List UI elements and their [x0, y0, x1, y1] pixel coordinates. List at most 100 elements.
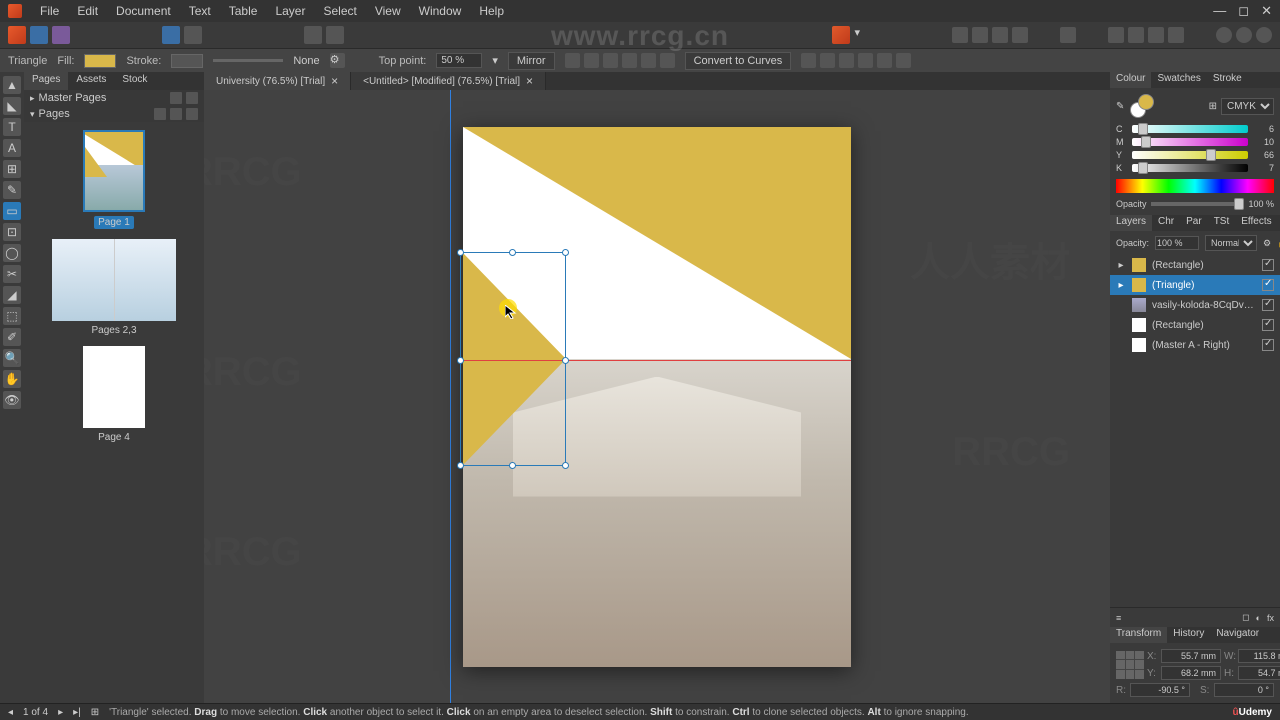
yellow-slider[interactable] [1132, 151, 1248, 159]
colour-mode-select[interactable]: CMYK [1221, 98, 1274, 115]
mirror-button[interactable]: Mirror [508, 52, 555, 70]
tab-assets[interactable]: Assets [68, 72, 114, 90]
tab-colour[interactable]: Colour [1110, 72, 1151, 88]
visibility-toggle[interactable] [1262, 339, 1274, 351]
prev-page-icon[interactable]: ◂ [8, 707, 13, 718]
anchor-picker[interactable] [1116, 651, 1144, 679]
arrange-backward-icon[interactable] [972, 27, 988, 43]
last-page-icon[interactable]: ▸| [73, 707, 81, 718]
w-field[interactable]: 115.8 mm [1238, 649, 1280, 663]
preflight-icon[interactable] [162, 26, 180, 44]
transparency-tool[interactable]: ⬚ [3, 307, 21, 325]
black-slider[interactable] [1132, 164, 1248, 172]
layer-mask-icon[interactable]: ◻ [1242, 612, 1249, 623]
int-op-icon[interactable] [1256, 27, 1272, 43]
arrange-back-icon[interactable] [952, 27, 968, 43]
visibility-toggle[interactable] [1262, 319, 1274, 331]
visibility-toggle[interactable] [1262, 299, 1274, 311]
menu-file[interactable]: File [40, 4, 59, 18]
persona-publisher-icon[interactable] [8, 26, 26, 44]
menu-table[interactable]: Table [229, 4, 258, 18]
mode-icon[interactable]: ⊞ [1209, 101, 1217, 112]
text-tool[interactable]: T [3, 118, 21, 136]
visibility-toggle[interactable] [1262, 259, 1274, 271]
tab-swatches[interactable]: Swatches [1151, 72, 1206, 88]
align-t-icon[interactable] [622, 53, 637, 68]
tab-close-icon[interactable]: × [331, 74, 338, 88]
layer-settings-icon[interactable]: ⚙ [1263, 238, 1271, 249]
s-field[interactable]: 0 ° [1214, 683, 1274, 697]
dist-5-icon[interactable] [877, 53, 892, 68]
stroke-swatch[interactable] [171, 54, 203, 68]
preview-icon[interactable] [304, 26, 322, 44]
layer-item[interactable]: vasily-koloda-8CqDvPuo_kI-... [1110, 295, 1280, 315]
spectrum-picker[interactable] [1116, 179, 1274, 193]
rotate-ccw-icon[interactable] [1148, 27, 1164, 43]
align-r-icon[interactable] [603, 53, 618, 68]
layer-item[interactable]: ▸(Rectangle) [1110, 255, 1280, 275]
align-m-icon[interactable] [641, 53, 656, 68]
layer-fx2-icon[interactable]: fx [1267, 613, 1274, 623]
spread-icon[interactable]: ⊞ [91, 707, 99, 718]
selected-triangle-shape[interactable] [463, 253, 566, 465]
tab-effects[interactable]: Effects [1235, 215, 1277, 231]
align-l-icon[interactable] [565, 53, 580, 68]
master-pages-section[interactable]: ▸ Master Pages [24, 90, 204, 106]
add-op-icon[interactable] [1216, 27, 1232, 43]
y-field[interactable]: 68.2 mm [1161, 666, 1221, 680]
tab-chr[interactable]: Chr [1152, 215, 1180, 231]
menu-view[interactable]: View [375, 4, 401, 18]
snap-icon[interactable] [832, 26, 850, 44]
pages-section[interactable]: ▾ Pages [24, 106, 204, 122]
cyan-slider[interactable] [1132, 125, 1248, 133]
tab-par[interactable]: Par [1180, 215, 1208, 231]
tab-close-icon[interactable]: × [526, 74, 533, 88]
menu-select[interactable]: Select [323, 4, 356, 18]
fill-tool[interactable]: ◢ [3, 286, 21, 304]
persona-photo-icon[interactable] [52, 26, 70, 44]
top-point-dropdown-icon[interactable]: ▾ [492, 54, 498, 67]
h-field[interactable]: 54.7 mm [1238, 666, 1280, 680]
flip-h-icon[interactable] [1108, 27, 1124, 43]
sub-op-icon[interactable] [1236, 27, 1252, 43]
pan-tool[interactable]: ✋ [3, 370, 21, 388]
view-tool[interactable]: 👁 [3, 391, 21, 409]
shape-tool[interactable]: ▭ [3, 202, 21, 220]
fill-stroke-swatches[interactable] [1130, 94, 1154, 118]
minimize-icon[interactable]: — [1213, 3, 1226, 19]
document-tab-2[interactable]: <Untitled> [Modified] (76.5%) [Trial]× [351, 72, 546, 90]
visibility-toggle[interactable] [1262, 279, 1274, 291]
layer-fx-icon[interactable]: ≡ [1116, 613, 1121, 623]
node-tool[interactable]: ◣ [3, 97, 21, 115]
align-c-icon[interactable] [584, 53, 599, 68]
expand-icon[interactable]: ▸ [30, 93, 35, 104]
document-tab-1[interactable]: University (76.5%) [Trial]× [204, 72, 351, 90]
top-point-input[interactable] [436, 53, 482, 68]
move-tool[interactable]: ▲ [3, 76, 21, 94]
pen-tool[interactable]: ✎ [3, 181, 21, 199]
layer-opacity-input[interactable] [1155, 236, 1199, 250]
align-b-icon[interactable] [660, 53, 675, 68]
expand-icon[interactable]: ▾ [30, 109, 35, 120]
tab-stock[interactable]: Stock [114, 72, 155, 90]
tab-layers[interactable]: Layers [1110, 215, 1152, 231]
delete-master-icon[interactable] [186, 92, 198, 104]
menu-layer[interactable]: Layer [275, 4, 305, 18]
dist-1-icon[interactable] [801, 53, 816, 68]
rotate-cw-icon[interactable] [1168, 27, 1184, 43]
arrange-front-icon[interactable] [1012, 27, 1028, 43]
eyedropper-icon[interactable]: ✎ [1116, 101, 1124, 112]
dist-4-icon[interactable] [858, 53, 873, 68]
vector-crop-tool[interactable]: ✂ [3, 265, 21, 283]
tab-history[interactable]: History [1167, 627, 1210, 643]
picture-tool[interactable]: ⊡ [3, 223, 21, 241]
close-icon[interactable]: ✕ [1261, 3, 1272, 19]
snap-dropdown-icon[interactable]: ▾ [854, 26, 860, 44]
arrange-forward-icon[interactable] [992, 27, 1008, 43]
dist-6-icon[interactable] [896, 53, 911, 68]
dist-2-icon[interactable] [820, 53, 835, 68]
clip-icon[interactable] [326, 26, 344, 44]
next-page-icon[interactable]: ▸ [58, 707, 63, 718]
view-icon[interactable] [154, 108, 166, 120]
artistic-text-tool[interactable]: A [3, 139, 21, 157]
